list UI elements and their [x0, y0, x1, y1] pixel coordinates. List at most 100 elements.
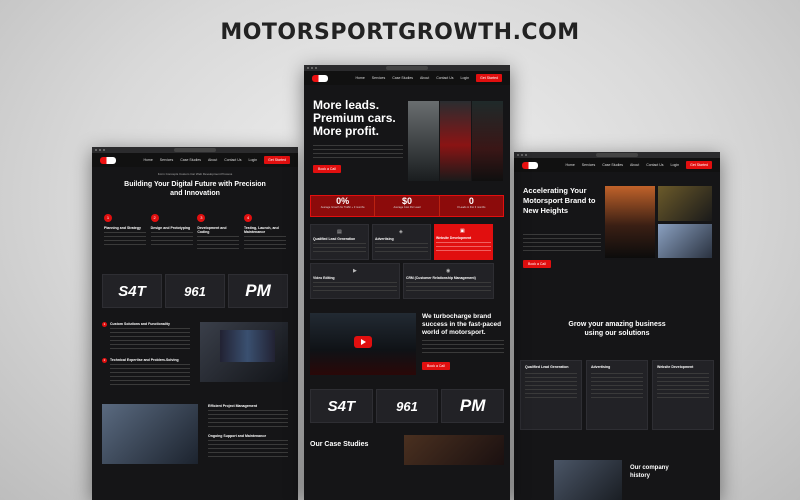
site-logo[interactable]: [522, 161, 538, 169]
process-step: 2 Design and Prototyping: [150, 214, 193, 252]
step-number: 2: [150, 214, 159, 222]
service-card[interactable]: ▤ Qualified Lead Generation: [310, 224, 369, 260]
logo-961: 961: [375, 389, 439, 423]
service-card[interactable]: Website Development: [652, 360, 714, 430]
eyebrow: Form Concepts Custom Car Web Development…: [157, 172, 233, 176]
service-title: Advertising: [375, 237, 394, 241]
browser-chrome: [304, 65, 510, 71]
service-icon: ◉: [446, 268, 451, 274]
service-card[interactable]: ◈ Advertising: [372, 224, 431, 260]
stat-item: 0% Average Growth for Traffic + 3 months: [311, 196, 375, 216]
stat-value: 0: [468, 196, 474, 206]
service-card[interactable]: ▶ Video Editing: [310, 263, 400, 299]
service-card[interactable]: ◉ CRM (Customer Relationship Management): [403, 263, 494, 299]
site-logo[interactable]: [312, 74, 328, 82]
nav-home[interactable]: Home: [565, 163, 574, 167]
client-logos: S4T 961 PM: [102, 274, 288, 308]
stat-item: 0 # Leads in first 3 months: [438, 196, 503, 216]
nav-home[interactable]: Home: [143, 158, 152, 162]
feature-title: Custom Solutions and Functionality: [110, 322, 170, 326]
nav-contact[interactable]: Contact Us: [646, 163, 663, 167]
stat-label: # Leads in first 3 months: [457, 206, 486, 209]
site-nav: Home Services Case Studies About Contact…: [514, 158, 720, 172]
video-title: We turbocharge brand success in the fast…: [422, 313, 502, 336]
features-list: 1 Custom Solutions and Functionality 2 T…: [102, 322, 190, 386]
nav-about[interactable]: About: [420, 76, 429, 80]
site-nav: Home Services Case Studies About Contact…: [304, 71, 510, 85]
nav-login[interactable]: Login: [671, 163, 680, 167]
nav-services[interactable]: Services: [582, 163, 595, 167]
feature-title: Efficient Project Management: [208, 404, 258, 408]
nav-case-studies[interactable]: Case Studies: [392, 76, 413, 80]
nav-home[interactable]: Home: [355, 76, 364, 80]
feature-item: 1 Custom Solutions and Functionality: [102, 322, 190, 350]
logo-961: 961: [165, 274, 225, 308]
features-section: 1 Custom Solutions and Functionality 2 T…: [102, 322, 288, 386]
hero-cta-button[interactable]: Book a Call: [523, 260, 551, 268]
service-title: Video Editing: [313, 276, 335, 280]
history-title: Our company history: [630, 465, 669, 479]
service-card[interactable]: Advertising: [586, 360, 648, 430]
card-desc: [525, 373, 577, 399]
case-studies-title: Our Case Studies: [310, 441, 369, 448]
nav-login[interactable]: Login: [461, 76, 470, 80]
nav-about[interactable]: About: [208, 158, 217, 162]
play-icon[interactable]: [354, 336, 372, 348]
stats-bar: 0% Average Growth for Traffic + 3 months…: [310, 195, 504, 217]
team-photo: [554, 460, 622, 500]
service-desc: [313, 282, 397, 292]
step-desc: [243, 236, 286, 252]
stat-label: Average Growth for Traffic + 3 months: [320, 206, 365, 209]
grow-title: Grow your amazing business using our sol…: [568, 321, 666, 337]
hero-cta-button[interactable]: Book a Call: [313, 165, 341, 173]
feature-desc: [110, 328, 190, 350]
hero-section: More leads. Premium cars. More profit. B…: [304, 85, 510, 190]
nav-about[interactable]: About: [630, 163, 639, 167]
hero-title: Building Your Digital Future with Precis…: [124, 181, 266, 197]
video-player[interactable]: [310, 313, 416, 375]
laptop-photo: [200, 322, 288, 382]
services-grid: ▤ Qualified Lead Generation ◈ Advertisin…: [310, 224, 504, 299]
card-title: Advertising: [591, 365, 611, 369]
feature-title: Technical Expertise and Problem-Solving: [110, 358, 179, 362]
stat-value: 0%: [336, 196, 350, 206]
nav-services[interactable]: Services: [372, 76, 385, 80]
video-desc: [422, 340, 504, 354]
hero-desc: [523, 234, 601, 252]
nav-case-studies[interactable]: Case Studies: [602, 163, 623, 167]
service-icon: ▤: [337, 229, 342, 235]
hero-section: Accelerating Your Motorsport Brand to Ne…: [514, 172, 720, 282]
supercar-photo: [472, 101, 503, 181]
service-card-highlighted[interactable]: ▣ Website Development: [434, 224, 493, 260]
hero-title: More leads. Premium cars. More profit.: [313, 98, 396, 138]
step-desc: [197, 236, 240, 252]
service-icon: ▶: [353, 268, 357, 274]
nav-case-studies[interactable]: Case Studies: [180, 158, 201, 162]
step-number: 3: [197, 214, 206, 222]
nav-login[interactable]: Login: [249, 158, 258, 162]
left-browser-window: Home Services Case Studies About Contact…: [92, 147, 298, 500]
service-card[interactable]: Qualified Lead Generation: [520, 360, 582, 430]
nav-cta-button[interactable]: Get Started: [476, 74, 502, 82]
nav-cta-button[interactable]: Get Started: [686, 161, 712, 169]
step-desc: [150, 232, 193, 248]
site-logo[interactable]: [100, 156, 116, 164]
nav-contact[interactable]: Contact Us: [436, 76, 453, 80]
service-desc: [375, 243, 428, 253]
video-cta-button[interactable]: Book a Call: [422, 362, 450, 370]
feature-desc: [208, 410, 288, 430]
logo-pm: PM: [228, 274, 288, 308]
site-nav: Home Services Case Studies About Contact…: [92, 153, 298, 167]
logo-s4t: S4T: [310, 389, 373, 423]
process-steps: 1 Planning and Strategy 2 Design and Pro…: [104, 214, 286, 252]
sunset-car-photo: [605, 186, 655, 258]
nav-contact[interactable]: Contact Us: [224, 158, 241, 162]
step-title: Testing, Launch, and Maintenance: [243, 226, 279, 234]
page-headline: MOTORSPORTGROWTH.COM: [220, 20, 580, 45]
stat-value: $0: [401, 196, 412, 206]
logo-pm: PM: [441, 389, 505, 423]
nav-services[interactable]: Services: [160, 158, 173, 162]
nav-cta-button[interactable]: Get Started: [264, 156, 290, 164]
feature-desc: [208, 440, 288, 460]
service-title: Qualified Lead Generation: [313, 237, 356, 241]
